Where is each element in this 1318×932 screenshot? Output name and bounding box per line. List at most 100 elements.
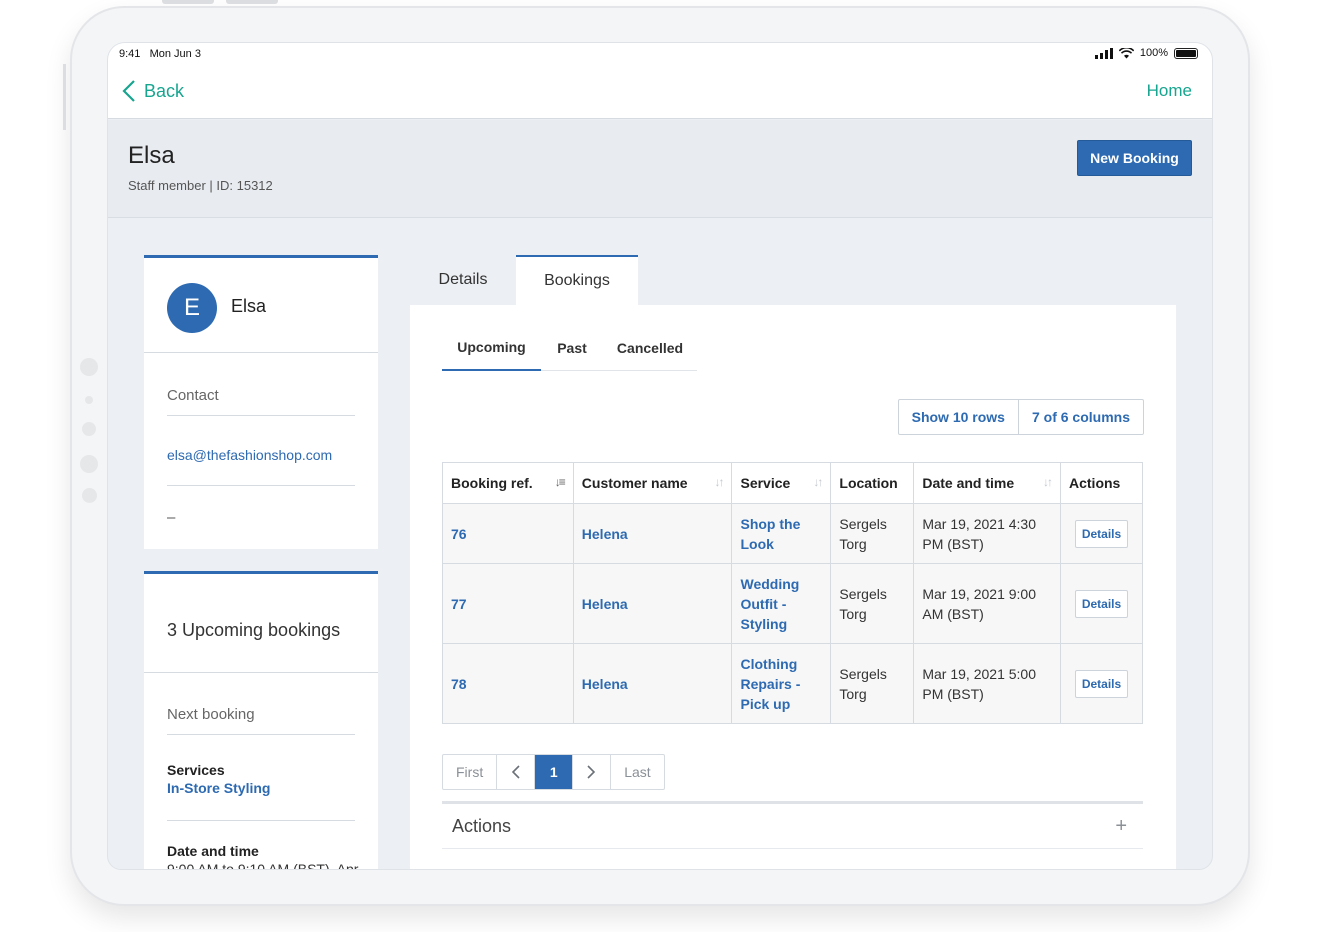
email-link[interactable]: elsa@thefashionshop.com xyxy=(167,447,332,463)
pagination: First 1 Last xyxy=(442,754,665,790)
header-date-time[interactable]: Date and time ↓↑ xyxy=(913,462,1061,504)
signal-icon xyxy=(1094,47,1113,59)
table-controls: Show 10 rows 7 of 6 columns xyxy=(897,399,1144,435)
contact-label: Contact xyxy=(167,387,219,404)
back-button[interactable]: Back xyxy=(122,79,184,103)
wifi-icon xyxy=(1118,47,1134,58)
location-cell: Sergels Torg xyxy=(830,643,915,724)
sort-icon[interactable]: ↓↑ xyxy=(1043,475,1053,489)
app-screen: 9:41 Mon Jun 3 100% Back Home Elsa Staff… xyxy=(107,42,1213,870)
divider xyxy=(167,734,355,735)
tab-details[interactable]: Details xyxy=(426,255,500,305)
upcoming-count: 3 Upcoming bookings xyxy=(167,620,341,640)
subtab-upcoming[interactable]: Upcoming xyxy=(442,325,541,371)
header-location: Location xyxy=(830,462,915,504)
main-content: Details Bookings Upcoming Past Cancelled… xyxy=(410,255,1176,869)
status-icons: 100% xyxy=(1094,47,1198,59)
booking-ref-link[interactable]: 77 xyxy=(442,563,574,644)
divider xyxy=(144,672,378,673)
header-label: Customer name xyxy=(581,475,688,491)
datetime-cell: Mar 19, 2021 5:00 PM (BST) xyxy=(913,643,1061,724)
status-bar: 9:41 Mon Jun 3 100% xyxy=(108,43,1212,67)
first-page-button[interactable]: First xyxy=(443,755,496,789)
actions-cell: Details xyxy=(1060,563,1143,644)
services-link[interactable]: In-Store Styling xyxy=(167,780,270,796)
actions-cell: Details xyxy=(1060,643,1143,724)
header-label: Actions xyxy=(1069,475,1121,491)
device-dot xyxy=(82,422,96,436)
sort-icon[interactable]: ↓↑ xyxy=(813,475,823,489)
actions-title: Actions xyxy=(452,816,512,836)
divider xyxy=(144,352,378,353)
divider xyxy=(167,820,355,821)
booking-ref-link[interactable]: 78 xyxy=(442,643,574,724)
home-link[interactable]: Home xyxy=(1147,81,1192,101)
table-row: 77 Helena Wedding Outfit - Styling Serge… xyxy=(442,563,1143,644)
page-header: Elsa Staff member | ID: 15312 New Bookin… xyxy=(108,120,1212,218)
header-service[interactable]: Service ↓↑ xyxy=(731,462,832,504)
datetime-cell: Mar 19, 2021 4:30 PM (BST) xyxy=(913,503,1061,564)
next-page-button[interactable] xyxy=(572,755,610,789)
services-label: Services xyxy=(167,762,225,778)
datetime-label: Date and time xyxy=(167,843,259,859)
divider xyxy=(167,415,355,416)
device-dot xyxy=(80,358,98,376)
chevron-right-icon xyxy=(587,765,596,779)
battery-text: 100% xyxy=(1139,47,1168,59)
header-label: Date and time xyxy=(922,475,1015,491)
show-rows-button[interactable]: Show 10 rows xyxy=(899,400,1018,434)
customer-link[interactable]: Helena xyxy=(572,503,733,564)
page-subtitle: Staff member | ID: 15312 xyxy=(128,178,273,193)
device-button xyxy=(226,0,278,4)
summary-card: 3 Upcoming bookings Next booking Service… xyxy=(144,571,378,870)
prev-page-button[interactable] xyxy=(496,755,534,789)
chevron-left-icon xyxy=(122,80,135,102)
header-label: Location xyxy=(839,475,898,491)
columns-button[interactable]: 7 of 6 columns xyxy=(1017,400,1143,434)
header-customer-name[interactable]: Customer name ↓↑ xyxy=(572,462,733,504)
sort-icon[interactable]: ↓↑ xyxy=(714,475,724,489)
chevron-left-icon xyxy=(512,765,520,779)
details-button[interactable]: Details xyxy=(1074,669,1129,698)
subtab-cancelled[interactable]: Cancelled xyxy=(603,325,697,371)
bookings-table: Booking ref. ↓≡ Customer name ↓↑ Service ↓↑… xyxy=(442,462,1143,724)
service-link[interactable]: Clothing Repairs - Pick up xyxy=(731,643,832,724)
device-dot xyxy=(82,488,97,503)
subtab-past[interactable]: Past xyxy=(541,325,603,371)
header-actions: Actions xyxy=(1060,462,1143,504)
customer-link[interactable]: Helena xyxy=(572,563,733,644)
booking-ref-link[interactable]: 76 xyxy=(442,503,574,564)
header-label: Service xyxy=(740,475,791,491)
location-cell: Sergels Torg xyxy=(830,503,915,564)
customer-link[interactable]: Helena xyxy=(572,643,733,724)
next-booking-label: Next booking xyxy=(167,706,255,723)
actions-section[interactable]: Actions + xyxy=(442,801,1143,849)
last-page-button[interactable]: Last xyxy=(610,755,663,789)
header-booking-ref[interactable]: Booking ref. ↓≡ xyxy=(442,462,574,504)
table-header-row: Booking ref. ↓≡ Customer name ↓↑ Service ↓↑… xyxy=(442,462,1143,504)
table-row: 78 Helena Clothing Repairs - Pick up Ser… xyxy=(442,643,1143,724)
tab-bookings[interactable]: Bookings xyxy=(516,255,638,305)
device-dot xyxy=(80,455,98,473)
table-row: 76 Helena Shop the Look Sergels Torg Mar… xyxy=(442,503,1143,564)
new-booking-button[interactable]: New Booking xyxy=(1077,140,1192,176)
bookings-panel: Upcoming Past Cancelled Show 10 rows 7 o… xyxy=(410,305,1176,869)
profile-card: E Elsa Contact elsa@thefashionshop.com – xyxy=(144,255,378,549)
service-link[interactable]: Wedding Outfit - Styling xyxy=(731,563,832,644)
back-label: Back xyxy=(144,80,185,101)
sort-desc-icon[interactable]: ↓≡ xyxy=(555,475,566,489)
details-button[interactable]: Details xyxy=(1074,519,1129,548)
avatar: E xyxy=(167,283,217,333)
page-button[interactable]: 1 xyxy=(534,755,573,789)
device-button xyxy=(162,0,214,4)
actions-cell: Details xyxy=(1060,503,1143,564)
date-text: Mon Jun 3 xyxy=(149,48,201,60)
service-link[interactable]: Shop the Look xyxy=(731,503,832,564)
plus-icon[interactable]: + xyxy=(1115,815,1127,838)
location-cell: Sergels Torg xyxy=(830,563,915,644)
datetime-value: 9:00 AM to 9:10 AM (BST), Apr xyxy=(167,861,359,870)
phone-value: – xyxy=(167,509,176,526)
datetime-cell: Mar 19, 2021 9:00 AM (BST) xyxy=(913,563,1061,644)
status-time: 9:41 Mon Jun 3 xyxy=(119,48,201,60)
details-button[interactable]: Details xyxy=(1074,589,1129,618)
